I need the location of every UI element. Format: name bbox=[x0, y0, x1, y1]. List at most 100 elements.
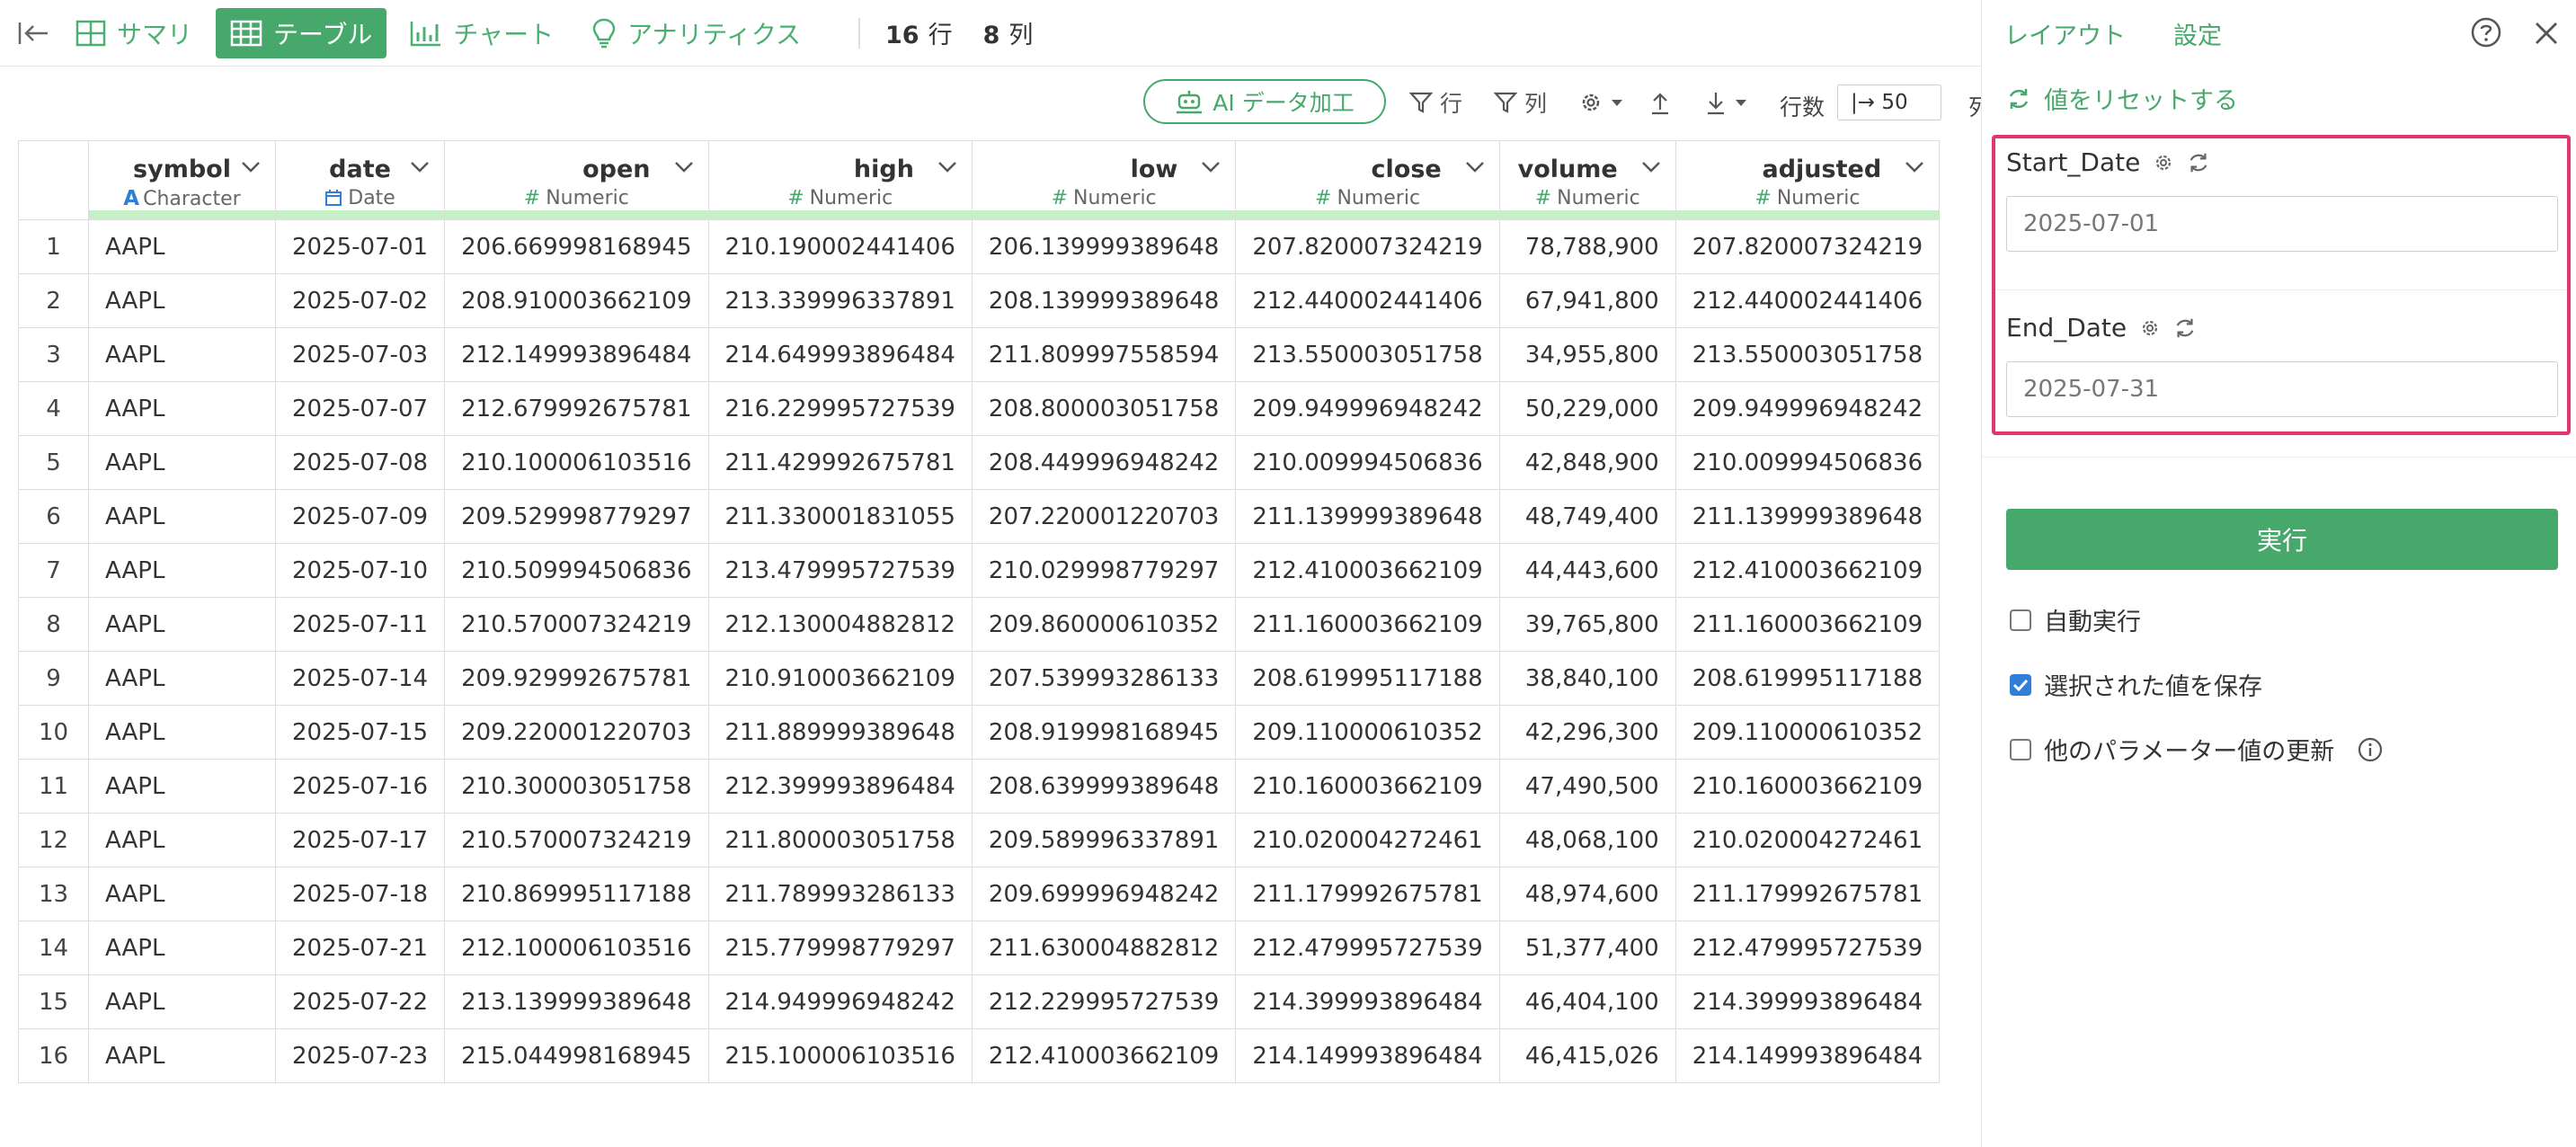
table-cell-high[interactable]: 210.190002441406 bbox=[707, 219, 973, 274]
table-cell-adjusted[interactable]: 208.619995117188 bbox=[1674, 651, 1941, 706]
table-cell-open[interactable]: 210.509994506836 bbox=[444, 543, 709, 598]
table-cell-open[interactable]: 212.149993896484 bbox=[444, 327, 709, 382]
table-cell-open[interactable]: 209.929992675781 bbox=[444, 651, 709, 706]
table-cell-date[interactable]: 2025-07-10 bbox=[274, 543, 446, 598]
table-cell-close[interactable]: 213.550003051758 bbox=[1235, 327, 1500, 382]
table-cell-symbol[interactable]: AAPL bbox=[88, 920, 276, 975]
table-cell-adjusted[interactable]: 212.479995727539 bbox=[1674, 920, 1941, 975]
table-cell-high[interactable]: 214.649993896484 bbox=[707, 327, 973, 382]
table-cell-volume[interactable]: 42,296,300 bbox=[1498, 705, 1676, 760]
table-cell-close[interactable]: 210.160003662109 bbox=[1235, 759, 1500, 814]
chevron-down-icon[interactable] bbox=[1465, 161, 1485, 173]
chevron-down-icon[interactable] bbox=[241, 161, 261, 173]
table-cell-close[interactable]: 212.410003662109 bbox=[1235, 543, 1500, 598]
table-cell-low[interactable]: 212.410003662109 bbox=[971, 1028, 1237, 1083]
table-cell-adjusted[interactable]: 210.160003662109 bbox=[1674, 759, 1941, 814]
table-cell-low[interactable]: 208.800003051758 bbox=[971, 381, 1237, 436]
table-cell-low[interactable]: 208.639999389648 bbox=[971, 759, 1237, 814]
row-filter-button[interactable]: 行 bbox=[1409, 84, 1462, 120]
table-cell-low[interactable]: 206.139999389648 bbox=[971, 219, 1237, 274]
table-cell-date[interactable]: 2025-07-17 bbox=[274, 813, 446, 867]
table-cell-close[interactable]: 214.399993896484 bbox=[1235, 974, 1500, 1029]
end-date-input[interactable] bbox=[2006, 361, 2558, 417]
table-cell-high[interactable]: 215.100006103516 bbox=[707, 1028, 973, 1083]
table-cell-symbol[interactable]: AAPL bbox=[88, 597, 276, 652]
table-cell-date[interactable]: 2025-07-09 bbox=[274, 489, 446, 544]
table-cell-high[interactable]: 216.229995727539 bbox=[707, 381, 973, 436]
chevron-down-icon[interactable] bbox=[1905, 161, 1924, 173]
table-cell-open[interactable]: 208.910003662109 bbox=[444, 273, 709, 328]
table-cell-low[interactable]: 208.919998168945 bbox=[971, 705, 1237, 760]
table-cell-symbol[interactable]: AAPL bbox=[88, 489, 276, 544]
table-cell-volume[interactable]: 48,749,400 bbox=[1498, 489, 1676, 544]
table-cell-symbol[interactable]: AAPL bbox=[88, 813, 276, 867]
tab-settings[interactable]: 設定 bbox=[2173, 16, 2222, 51]
table-cell-date[interactable]: 2025-07-07 bbox=[274, 381, 446, 436]
refresh-icon[interactable] bbox=[2173, 316, 2197, 340]
table-cell-open[interactable]: 206.669998168945 bbox=[444, 219, 709, 274]
table-cell-volume[interactable]: 46,404,100 bbox=[1498, 974, 1676, 1029]
info-icon[interactable] bbox=[2358, 737, 2383, 762]
column-header-date[interactable]: date Date bbox=[274, 140, 446, 220]
table-cell-adjusted[interactable]: 211.179992675781 bbox=[1674, 867, 1941, 921]
table-cell-symbol[interactable]: AAPL bbox=[88, 705, 276, 760]
tab-chart[interactable]: チャート bbox=[395, 8, 568, 58]
table-cell-high[interactable]: 213.339996337891 bbox=[707, 273, 973, 328]
rows-per-page-input[interactable]: |→ 50 bbox=[1837, 84, 1941, 120]
table-cell-volume[interactable]: 39,765,800 bbox=[1498, 597, 1676, 652]
auto-run-option[interactable]: 自動実行 bbox=[2010, 602, 2141, 637]
table-cell-date[interactable]: 2025-07-03 bbox=[274, 327, 446, 382]
table-cell-adjusted[interactable]: 212.440002441406 bbox=[1674, 273, 1941, 328]
table-cell-high[interactable]: 213.479995727539 bbox=[707, 543, 973, 598]
table-cell-high[interactable]: 211.800003051758 bbox=[707, 813, 973, 867]
table-cell-open[interactable]: 210.100006103516 bbox=[444, 435, 709, 490]
table-cell-volume[interactable]: 48,974,600 bbox=[1498, 867, 1676, 921]
table-cell-close[interactable]: 210.009994506836 bbox=[1235, 435, 1500, 490]
start-date-input[interactable] bbox=[2006, 196, 2558, 252]
table-cell-low[interactable]: 211.630004882812 bbox=[971, 920, 1237, 975]
table-cell-date[interactable]: 2025-07-21 bbox=[274, 920, 446, 975]
gear-icon[interactable] bbox=[2139, 317, 2161, 339]
table-cell-adjusted[interactable]: 207.820007324219 bbox=[1674, 219, 1941, 274]
column-header-adjusted[interactable]: adjusted # Numeric bbox=[1674, 140, 1941, 220]
table-cell-low[interactable]: 209.589996337891 bbox=[971, 813, 1237, 867]
table-cell-close[interactable]: 212.479995727539 bbox=[1235, 920, 1500, 975]
table-cell-open[interactable]: 213.139999389648 bbox=[444, 974, 709, 1029]
table-cell-volume[interactable]: 50,229,000 bbox=[1498, 381, 1676, 436]
table-cell-low[interactable]: 207.539993286133 bbox=[971, 651, 1237, 706]
table-cell-low[interactable]: 210.029998779297 bbox=[971, 543, 1237, 598]
run-button[interactable]: 実行 bbox=[2006, 509, 2558, 570]
ai-data-wrangling-button[interactable]: AI データ加工 bbox=[1143, 79, 1386, 124]
table-cell-close[interactable]: 214.149993896484 bbox=[1235, 1028, 1500, 1083]
table-cell-low[interactable]: 208.449996948242 bbox=[971, 435, 1237, 490]
table-cell-adjusted[interactable]: 213.550003051758 bbox=[1674, 327, 1941, 382]
table-cell-adjusted[interactable]: 211.160003662109 bbox=[1674, 597, 1941, 652]
table-cell-volume[interactable]: 78,788,900 bbox=[1498, 219, 1676, 274]
table-cell-symbol[interactable]: AAPL bbox=[88, 759, 276, 814]
table-cell-date[interactable]: 2025-07-16 bbox=[274, 759, 446, 814]
column-header-close[interactable]: close # Numeric bbox=[1235, 140, 1500, 220]
column-header-symbol[interactable]: symbol A Character bbox=[88, 140, 276, 220]
column-header-volume[interactable]: volume # Numeric bbox=[1498, 140, 1676, 220]
table-cell-close[interactable]: 211.139999389648 bbox=[1235, 489, 1500, 544]
column-filter-button[interactable]: 列 bbox=[1494, 84, 1547, 120]
table-cell-high[interactable]: 211.789993286133 bbox=[707, 867, 973, 921]
chevron-down-icon[interactable] bbox=[937, 161, 957, 173]
table-cell-open[interactable]: 209.220001220703 bbox=[444, 705, 709, 760]
table-cell-close[interactable]: 210.020004272461 bbox=[1235, 813, 1500, 867]
table-cell-high[interactable]: 212.399993896484 bbox=[707, 759, 973, 814]
table-cell-adjusted[interactable]: 210.020004272461 bbox=[1674, 813, 1941, 867]
table-cell-volume[interactable]: 48,068,100 bbox=[1498, 813, 1676, 867]
table-cell-volume[interactable]: 67,941,800 bbox=[1498, 273, 1676, 328]
table-cell-date[interactable]: 2025-07-14 bbox=[274, 651, 446, 706]
table-cell-symbol[interactable]: AAPL bbox=[88, 219, 276, 274]
table-cell-volume[interactable]: 38,840,100 bbox=[1498, 651, 1676, 706]
table-cell-volume[interactable]: 34,955,800 bbox=[1498, 327, 1676, 382]
table-cell-high[interactable]: 214.949996948242 bbox=[707, 974, 973, 1029]
table-cell-open[interactable]: 212.679992675781 bbox=[444, 381, 709, 436]
table-cell-close[interactable]: 211.160003662109 bbox=[1235, 597, 1500, 652]
table-cell-volume[interactable]: 51,377,400 bbox=[1498, 920, 1676, 975]
table-cell-symbol[interactable]: AAPL bbox=[88, 974, 276, 1029]
table-cell-symbol[interactable]: AAPL bbox=[88, 381, 276, 436]
sort-ascending-button[interactable] bbox=[1648, 84, 1679, 120]
